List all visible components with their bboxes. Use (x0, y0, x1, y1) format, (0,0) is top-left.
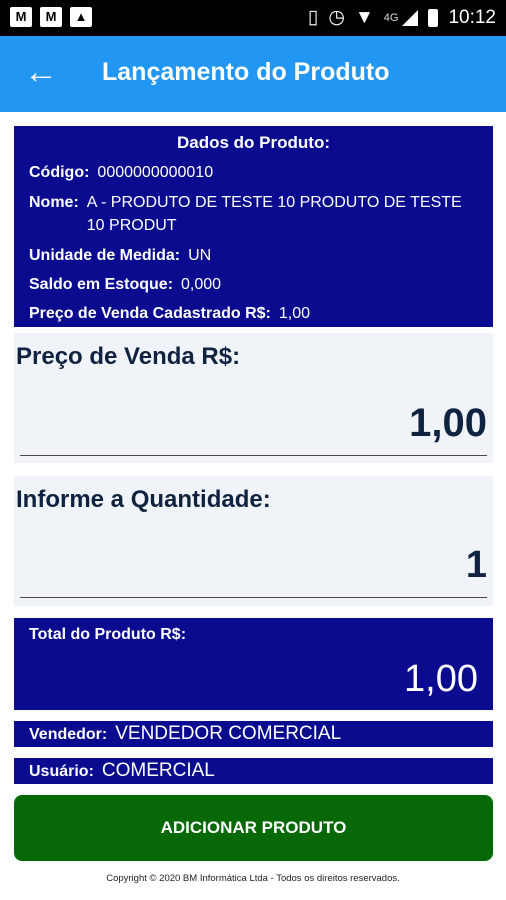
app-bar: ← Lançamento do Produto (0, 36, 506, 112)
product-name-row: Nome: A - PRODUTO DE TESTE 10 PRODUTO DE … (29, 191, 481, 237)
total-label: Total do Produto R$: (29, 626, 187, 643)
product-code-value: 0000000000010 (97, 164, 214, 181)
seller-label: Vendedor: (29, 726, 108, 743)
system-icons: ▯ ◷ ▼ 4G 10:12 (308, 6, 496, 29)
clock: 10:12 (448, 6, 496, 28)
quantity-label: Informe a Quantidade: (16, 486, 271, 513)
user-strip: Usuário: COMERCIAL (14, 758, 493, 784)
product-code-label: Código: (29, 164, 90, 181)
unit-label: Unidade de Medida: (29, 247, 181, 264)
registered-price-label: Preço de Venda Cadastrado R$: (29, 305, 271, 322)
user-label: Usuário: (29, 763, 94, 780)
page-title: Lançamento do Produto (102, 58, 390, 86)
product-code-row: Código: 0000000000010 (29, 161, 481, 184)
price-label: Preço de Venda R$: (16, 343, 241, 370)
product-data-card: Dados do Produto: Código: 0000000000010 N… (14, 126, 493, 327)
wifi-icon: ▼ (354, 6, 374, 28)
stock-value: 0,000 (181, 276, 222, 293)
network-type: 4G (383, 11, 399, 24)
registered-price-value: 1,00 (278, 305, 310, 322)
unit-value: UN (188, 247, 212, 264)
product-name-label: Nome: (29, 194, 79, 211)
vibrate-icon: ▯ (307, 7, 319, 28)
notification-icons: M M ▲ (10, 7, 92, 27)
add-product-button[interactable]: ADICIONAR PRODUTO (14, 795, 493, 861)
stock-label: Saldo em Estoque: (29, 276, 174, 293)
gmail-icon: M (40, 7, 62, 27)
quantity-input[interactable]: 1 (466, 544, 487, 587)
price-input[interactable]: 1,00 (409, 401, 487, 446)
product-name-value: A - PRODUTO DE TESTE 10 PRODUTO DE TESTE… (86, 194, 462, 234)
alarm-icon: ◷ (328, 7, 345, 28)
seller-value: VENDEDOR COMERCIAL (115, 723, 342, 744)
stock-row: Saldo em Estoque: 0,000 (29, 273, 481, 296)
total-value: 1,00 (404, 658, 478, 700)
seller-strip: Vendedor: VENDEDOR COMERCIAL (14, 721, 493, 747)
unit-row: Unidade de Medida: UN (29, 244, 481, 267)
registered-price-row: Preço de Venda Cadastrado R$: 1,00 (29, 302, 481, 325)
back-arrow-icon[interactable]: ← (24, 54, 58, 90)
copyright-text: Copyright © 2020 BM Informática Ltda - T… (106, 873, 400, 884)
quantity-panel: Informe a Quantidade: 1 (14, 476, 493, 606)
product-data-heading: Dados do Produto: (177, 133, 330, 152)
user-value: COMERCIAL (101, 760, 215, 781)
quantity-underline (20, 597, 487, 598)
battery-icon (428, 8, 439, 27)
signal-icon (402, 9, 419, 26)
price-underline (20, 455, 487, 456)
total-box: Total do Produto R$: 1,00 (14, 618, 493, 710)
price-panel: Preço de Venda R$: 1,00 (14, 333, 493, 463)
status-bar: M M ▲ ▯ ◷ ▼ 4G 10:12 (0, 0, 506, 36)
image-icon: ▲ (70, 7, 92, 27)
gmail-icon: M (10, 7, 32, 27)
